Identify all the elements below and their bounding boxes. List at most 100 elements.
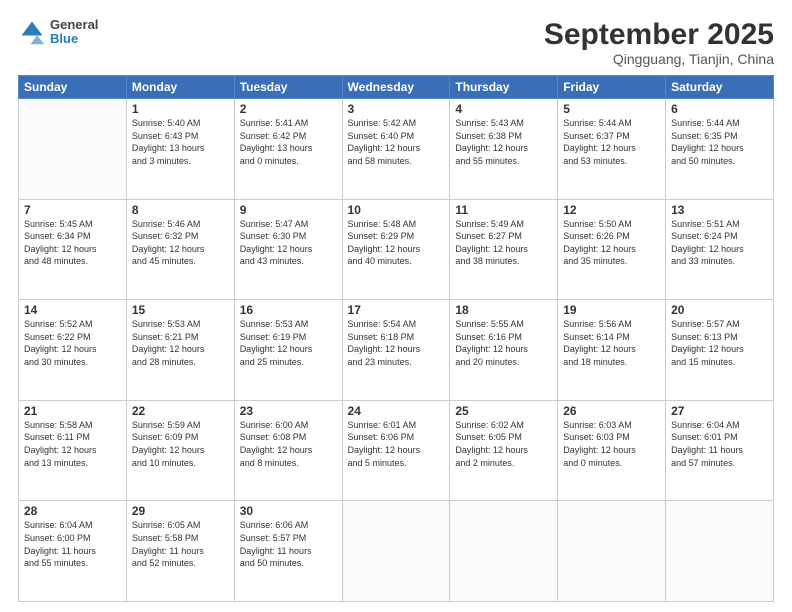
calendar-cell — [666, 501, 774, 602]
calendar: SundayMondayTuesdayWednesdayThursdayFrid… — [18, 75, 774, 602]
calendar-cell: 1Sunrise: 5:40 AMSunset: 6:43 PMDaylight… — [126, 99, 234, 200]
calendar-cell: 25Sunrise: 6:02 AMSunset: 6:05 PMDayligh… — [450, 400, 558, 501]
weekday-header-tuesday: Tuesday — [234, 76, 342, 99]
calendar-cell: 28Sunrise: 6:04 AMSunset: 6:00 PMDayligh… — [19, 501, 127, 602]
calendar-cell: 4Sunrise: 5:43 AMSunset: 6:38 PMDaylight… — [450, 99, 558, 200]
calendar-cell: 11Sunrise: 5:49 AMSunset: 6:27 PMDayligh… — [450, 199, 558, 300]
cell-info: Sunrise: 5:57 AMSunset: 6:13 PMDaylight:… — [671, 318, 768, 368]
cell-info: Sunrise: 6:03 AMSunset: 6:03 PMDaylight:… — [563, 419, 660, 469]
cell-info: Sunrise: 5:53 AMSunset: 6:19 PMDaylight:… — [240, 318, 337, 368]
cell-info: Sunrise: 6:01 AMSunset: 6:06 PMDaylight:… — [348, 419, 445, 469]
calendar-cell: 20Sunrise: 5:57 AMSunset: 6:13 PMDayligh… — [666, 300, 774, 401]
calendar-cell: 22Sunrise: 5:59 AMSunset: 6:09 PMDayligh… — [126, 400, 234, 501]
cell-info: Sunrise: 6:02 AMSunset: 6:05 PMDaylight:… — [455, 419, 552, 469]
weekday-header-sunday: Sunday — [19, 76, 127, 99]
day-number: 23 — [240, 404, 337, 418]
cell-info: Sunrise: 6:04 AMSunset: 6:00 PMDaylight:… — [24, 519, 121, 569]
day-number: 7 — [24, 203, 121, 217]
week-row-5: 28Sunrise: 6:04 AMSunset: 6:00 PMDayligh… — [19, 501, 774, 602]
calendar-cell: 8Sunrise: 5:46 AMSunset: 6:32 PMDaylight… — [126, 199, 234, 300]
day-number: 28 — [24, 504, 121, 518]
day-number: 17 — [348, 303, 445, 317]
calendar-cell: 24Sunrise: 6:01 AMSunset: 6:06 PMDayligh… — [342, 400, 450, 501]
calendar-cell: 19Sunrise: 5:56 AMSunset: 6:14 PMDayligh… — [558, 300, 666, 401]
calendar-cell: 6Sunrise: 5:44 AMSunset: 6:35 PMDaylight… — [666, 99, 774, 200]
title-block: September 2025 Qingguang, Tianjin, China — [544, 18, 774, 67]
cell-info: Sunrise: 5:51 AMSunset: 6:24 PMDaylight:… — [671, 218, 768, 268]
day-number: 13 — [671, 203, 768, 217]
day-number: 3 — [348, 102, 445, 116]
calendar-cell: 12Sunrise: 5:50 AMSunset: 6:26 PMDayligh… — [558, 199, 666, 300]
day-number: 26 — [563, 404, 660, 418]
calendar-cell: 26Sunrise: 6:03 AMSunset: 6:03 PMDayligh… — [558, 400, 666, 501]
calendar-cell: 9Sunrise: 5:47 AMSunset: 6:30 PMDaylight… — [234, 199, 342, 300]
weekday-header-saturday: Saturday — [666, 76, 774, 99]
day-number: 4 — [455, 102, 552, 116]
cell-info: Sunrise: 6:05 AMSunset: 5:58 PMDaylight:… — [132, 519, 229, 569]
day-number: 20 — [671, 303, 768, 317]
calendar-cell: 7Sunrise: 5:45 AMSunset: 6:34 PMDaylight… — [19, 199, 127, 300]
day-number: 9 — [240, 203, 337, 217]
logo-line1: General — [50, 18, 98, 32]
calendar-cell: 15Sunrise: 5:53 AMSunset: 6:21 PMDayligh… — [126, 300, 234, 401]
month-title: September 2025 — [544, 18, 774, 51]
cell-info: Sunrise: 5:58 AMSunset: 6:11 PMDaylight:… — [24, 419, 121, 469]
cell-info: Sunrise: 5:54 AMSunset: 6:18 PMDaylight:… — [348, 318, 445, 368]
calendar-cell: 30Sunrise: 6:06 AMSunset: 5:57 PMDayligh… — [234, 501, 342, 602]
day-number: 22 — [132, 404, 229, 418]
cell-info: Sunrise: 6:06 AMSunset: 5:57 PMDaylight:… — [240, 519, 337, 569]
cell-info: Sunrise: 5:50 AMSunset: 6:26 PMDaylight:… — [563, 218, 660, 268]
cell-info: Sunrise: 5:44 AMSunset: 6:35 PMDaylight:… — [671, 117, 768, 167]
cell-info: Sunrise: 5:52 AMSunset: 6:22 PMDaylight:… — [24, 318, 121, 368]
day-number: 2 — [240, 102, 337, 116]
day-number: 10 — [348, 203, 445, 217]
cell-info: Sunrise: 5:56 AMSunset: 6:14 PMDaylight:… — [563, 318, 660, 368]
cell-info: Sunrise: 5:42 AMSunset: 6:40 PMDaylight:… — [348, 117, 445, 167]
calendar-cell — [450, 501, 558, 602]
cell-info: Sunrise: 5:43 AMSunset: 6:38 PMDaylight:… — [455, 117, 552, 167]
calendar-cell: 29Sunrise: 6:05 AMSunset: 5:58 PMDayligh… — [126, 501, 234, 602]
day-number: 8 — [132, 203, 229, 217]
day-number: 5 — [563, 102, 660, 116]
week-row-3: 14Sunrise: 5:52 AMSunset: 6:22 PMDayligh… — [19, 300, 774, 401]
cell-info: Sunrise: 5:55 AMSunset: 6:16 PMDaylight:… — [455, 318, 552, 368]
calendar-cell: 16Sunrise: 5:53 AMSunset: 6:19 PMDayligh… — [234, 300, 342, 401]
day-number: 19 — [563, 303, 660, 317]
day-number: 6 — [671, 102, 768, 116]
logo-icon — [18, 18, 46, 46]
day-number: 15 — [132, 303, 229, 317]
calendar-cell: 18Sunrise: 5:55 AMSunset: 6:16 PMDayligh… — [450, 300, 558, 401]
day-number: 27 — [671, 404, 768, 418]
calendar-cell: 21Sunrise: 5:58 AMSunset: 6:11 PMDayligh… — [19, 400, 127, 501]
location: Qingguang, Tianjin, China — [544, 51, 774, 67]
day-number: 21 — [24, 404, 121, 418]
calendar-cell — [342, 501, 450, 602]
cell-info: Sunrise: 5:40 AMSunset: 6:43 PMDaylight:… — [132, 117, 229, 167]
calendar-cell: 3Sunrise: 5:42 AMSunset: 6:40 PMDaylight… — [342, 99, 450, 200]
weekday-header-row: SundayMondayTuesdayWednesdayThursdayFrid… — [19, 76, 774, 99]
calendar-cell — [558, 501, 666, 602]
cell-info: Sunrise: 5:49 AMSunset: 6:27 PMDaylight:… — [455, 218, 552, 268]
day-number: 29 — [132, 504, 229, 518]
calendar-cell: 2Sunrise: 5:41 AMSunset: 6:42 PMDaylight… — [234, 99, 342, 200]
weekday-header-wednesday: Wednesday — [342, 76, 450, 99]
cell-info: Sunrise: 5:48 AMSunset: 6:29 PMDaylight:… — [348, 218, 445, 268]
calendar-cell: 27Sunrise: 6:04 AMSunset: 6:01 PMDayligh… — [666, 400, 774, 501]
day-number: 30 — [240, 504, 337, 518]
logo: General Blue — [18, 18, 98, 47]
logo-text: General Blue — [50, 18, 98, 47]
weekday-header-monday: Monday — [126, 76, 234, 99]
day-number: 14 — [24, 303, 121, 317]
cell-info: Sunrise: 5:45 AMSunset: 6:34 PMDaylight:… — [24, 218, 121, 268]
weekday-header-thursday: Thursday — [450, 76, 558, 99]
calendar-cell: 10Sunrise: 5:48 AMSunset: 6:29 PMDayligh… — [342, 199, 450, 300]
cell-info: Sunrise: 6:00 AMSunset: 6:08 PMDaylight:… — [240, 419, 337, 469]
calendar-cell: 17Sunrise: 5:54 AMSunset: 6:18 PMDayligh… — [342, 300, 450, 401]
day-number: 1 — [132, 102, 229, 116]
day-number: 12 — [563, 203, 660, 217]
day-number: 25 — [455, 404, 552, 418]
calendar-cell: 23Sunrise: 6:00 AMSunset: 6:08 PMDayligh… — [234, 400, 342, 501]
calendar-cell: 5Sunrise: 5:44 AMSunset: 6:37 PMDaylight… — [558, 99, 666, 200]
week-row-2: 7Sunrise: 5:45 AMSunset: 6:34 PMDaylight… — [19, 199, 774, 300]
week-row-4: 21Sunrise: 5:58 AMSunset: 6:11 PMDayligh… — [19, 400, 774, 501]
